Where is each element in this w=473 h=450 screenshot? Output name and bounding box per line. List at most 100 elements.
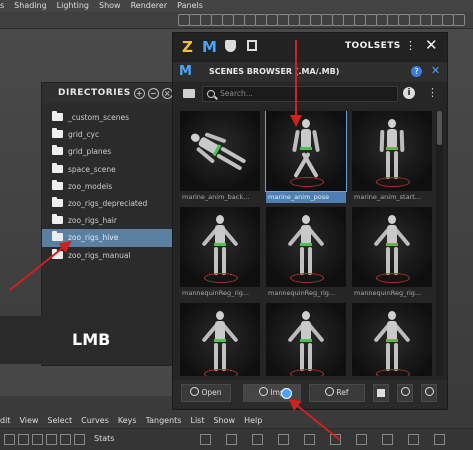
close-window-icon[interactable]: ✕ (425, 36, 438, 54)
menu-item[interactable]: Show (99, 1, 121, 10)
directory-label: grid_cyc (68, 130, 100, 140)
scene-thumbnail[interactable]: mannequinReg_rig... (266, 207, 346, 301)
directory-label: _custom_scenes (68, 113, 130, 122)
graph-tool-icon[interactable] (4, 434, 15, 445)
directory-item[interactable]: grid_planes (42, 143, 182, 160)
thumbnail-scrollbar[interactable] (436, 111, 443, 376)
folder-icon[interactable] (183, 89, 195, 98)
ground-ring (290, 273, 324, 283)
graph-menu-item[interactable]: Keys (118, 416, 137, 425)
info-icon[interactable]: i (403, 87, 415, 99)
scene-preview-image (180, 303, 260, 376)
add-directory-button[interactable]: + (134, 88, 145, 99)
menu-item[interactable]: Shading (14, 1, 47, 10)
graph-menu-item[interactable]: dit (0, 416, 10, 425)
directory-item[interactable]: zoo_rigs_manual (42, 247, 182, 264)
scene-preview-image (266, 303, 346, 376)
scene-thumbnail[interactable] (180, 303, 260, 376)
menu-item[interactable]: Lighting (57, 1, 89, 10)
graph-menu-item[interactable]: Select (47, 416, 72, 425)
scene-thumbnail[interactable] (352, 303, 432, 376)
scene-thumbnail[interactable]: mannequinReg_rig... (352, 207, 432, 301)
character-figure (287, 311, 325, 376)
close-panel-icon[interactable]: ✕ (431, 64, 440, 77)
graph-tool-icon[interactable] (200, 434, 211, 445)
character-figure (373, 311, 411, 376)
help-icon[interactable]: ? (411, 66, 422, 77)
search-placeholder: Search... (220, 89, 253, 98)
scene-thumbnail[interactable]: marine_anim_back... (180, 111, 260, 205)
directory-item[interactable]: zoo_rigs_depreciated (42, 195, 182, 212)
save-icon (377, 389, 385, 397)
directory-item[interactable]: grid_cyc (42, 126, 182, 143)
menu-item[interactable]: Panels (177, 1, 203, 10)
scene-thumbnail[interactable]: marine_anim_start... (352, 111, 432, 205)
graph-menu-item[interactable]: List (190, 416, 204, 425)
reference-button[interactable]: Ref (309, 384, 365, 402)
new-window-icon[interactable] (247, 40, 257, 51)
directory-item[interactable]: _custom_scenes (42, 109, 182, 126)
scrollbar-thumb[interactable] (437, 111, 442, 145)
graph-menu-item[interactable]: Help (244, 416, 262, 425)
graph-tool-icon[interactable] (356, 434, 367, 445)
remove-directory-button[interactable]: − (148, 88, 159, 99)
directory-label: space_scene (68, 164, 116, 174)
graph-menu-item[interactable]: Tangents (146, 416, 182, 425)
search-input[interactable]: Search... (202, 86, 398, 102)
graph-tool-icon[interactable] (434, 434, 445, 445)
graph-tool-icon[interactable] (18, 434, 29, 445)
open-button[interactable]: Open (181, 384, 231, 402)
search-row: Search... i ⋮ (173, 82, 447, 106)
graph-tool-icon[interactable] (408, 434, 419, 445)
toolsets-more-icon[interactable]: ⋮ (405, 39, 416, 52)
character-figure (287, 215, 325, 281)
scene-thumbnail[interactable] (266, 303, 346, 376)
globe-button[interactable] (397, 384, 413, 402)
scenes-browser-title: SCENES BROWSER (.MA/.MB) (209, 67, 340, 76)
graph-tool-icon[interactable] (304, 434, 315, 445)
folder-icon (52, 179, 63, 190)
scene-thumbnail[interactable]: mannequinReg_rig... (180, 207, 260, 301)
graph-tool-icon[interactable] (252, 434, 263, 445)
graph-menu-item[interactable]: Curves (81, 416, 109, 425)
graph-tool-icon[interactable] (330, 434, 341, 445)
folder-icon (52, 128, 63, 139)
graph-menu-item[interactable]: View (19, 416, 38, 425)
directory-item[interactable]: zoo_rigs_hive (42, 229, 182, 247)
save-button[interactable] (373, 384, 389, 402)
search-icon (207, 90, 215, 98)
character-figure (373, 215, 411, 281)
maya-m-icon[interactable]: M (202, 38, 217, 56)
graph-tool-icon[interactable] (32, 434, 43, 445)
shield-icon[interactable] (225, 40, 236, 52)
shelf-tool-icon[interactable] (453, 14, 465, 26)
import-button[interactable]: Imp (243, 384, 301, 402)
graph-tool-icon[interactable] (74, 434, 85, 445)
scene-thumbnail-grid: marine_anim_back... marine_anim_pose marin… (180, 111, 432, 376)
graph-tool-icon[interactable] (60, 434, 71, 445)
ground-ring (204, 369, 238, 376)
directory-label: zoo_rigs_hive (68, 233, 119, 243)
menu-item[interactable]: Renderer (131, 1, 168, 10)
scene-thumbnail[interactable]: marine_anim_pose (265, 111, 347, 205)
directory-item[interactable]: space_scene (42, 161, 182, 178)
directory-item[interactable]: zoo_models (42, 178, 182, 195)
graph-tool-icon[interactable] (278, 434, 289, 445)
menu-item[interactable]: s (0, 1, 4, 10)
zoo-z-icon[interactable]: Z (182, 38, 193, 56)
graph-editor-toolbar: Stats (0, 428, 473, 450)
thumbnail-caption: marine_anim_pose (266, 191, 346, 203)
graph-tool-icon[interactable] (46, 434, 57, 445)
confirm-button[interactable] (421, 384, 437, 402)
ground-ring (376, 273, 410, 283)
graph-tool-icon[interactable] (382, 434, 393, 445)
directory-label: zoo_rigs_hair (68, 216, 117, 226)
graph-menu-item[interactable]: Show (213, 416, 235, 425)
scenes-browser-header: M SCENES BROWSER (.MA/.MB) ? ✕ (173, 61, 447, 82)
ground-ring (204, 273, 238, 283)
character-figure (292, 119, 320, 185)
scene-preview-image (352, 303, 432, 376)
directory-item[interactable]: zoo_rigs_hair (42, 212, 182, 229)
more-options-icon[interactable]: ⋮ (427, 86, 438, 99)
graph-tool-icon[interactable] (226, 434, 237, 445)
